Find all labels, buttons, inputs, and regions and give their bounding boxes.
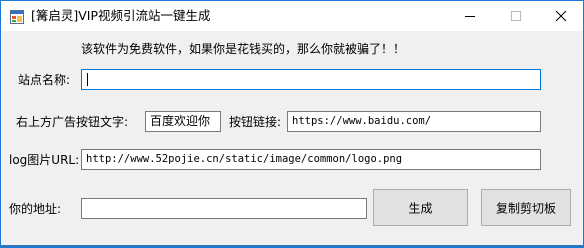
generate-button-label: 生成: [408, 201, 433, 215]
main-window: [篝启灵]VIP视频引流站一键生成 该软件为免费软件，如果你是花钱买的，那么你就…: [0, 0, 584, 248]
text-caret: [87, 72, 88, 86]
copy-clipboard-button[interactable]: 复制剪切板: [481, 189, 571, 226]
close-button[interactable]: [538, 1, 584, 31]
site-name-label: 站点名称:: [18, 73, 71, 87]
ad-button-text-label: 右上方广告按钮文字:: [16, 115, 129, 129]
generate-button[interactable]: 生成: [373, 189, 468, 226]
your-address-input[interactable]: [81, 198, 367, 219]
title-bar[interactable]: [篝启灵]VIP视频引流站一键生成: [1, 1, 583, 31]
maximize-icon: [511, 11, 521, 21]
window-title: [篝启灵]VIP视频引流站一键生成: [31, 8, 211, 23]
button-link-label: 按钮链接:: [229, 115, 282, 129]
copy-clipboard-button-label: 复制剪切板: [495, 201, 556, 215]
logo-url-input[interactable]: http://www.52pojie.cn/static/image/commo…: [81, 149, 541, 170]
notice-text: 该软件为免费软件，如果你是花钱买的，那么你就被骗了！！: [81, 42, 406, 56]
ad-button-text-input[interactable]: 百度欢迎你: [145, 111, 221, 132]
button-link-value: https://www.baidu.com/: [292, 115, 432, 127]
button-link-input[interactable]: https://www.baidu.com/: [287, 111, 541, 132]
your-address-label: 你的地址:: [9, 202, 62, 216]
app-form-icon: [10, 9, 24, 24]
ad-button-text-value: 百度欢迎你: [150, 114, 211, 128]
minimize-button[interactable]: [447, 1, 493, 31]
minimize-icon: [465, 16, 475, 17]
maximize-button[interactable]: [493, 1, 539, 31]
logo-url-value: http://www.52pojie.cn/static/image/commo…: [86, 153, 403, 165]
close-icon: [555, 10, 567, 22]
logo-url-label: log图片URL:: [9, 153, 80, 167]
window-bottom-border: [1, 245, 583, 247]
site-name-input[interactable]: [81, 69, 541, 90]
